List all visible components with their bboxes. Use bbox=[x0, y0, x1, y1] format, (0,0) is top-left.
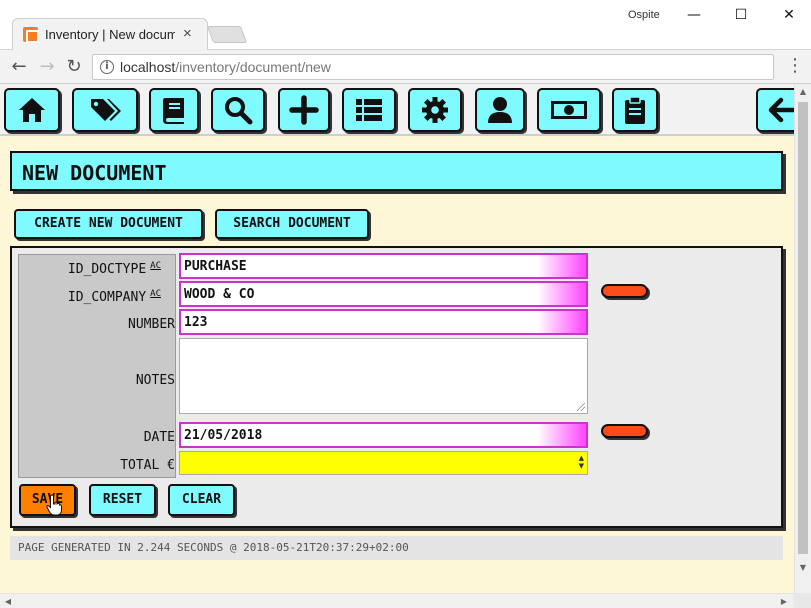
spinner-arrows-icon[interactable]: ▲ ▼ bbox=[579, 454, 584, 470]
date-label: DATE bbox=[143, 430, 175, 445]
clear-button[interactable]: CLEAR bbox=[168, 484, 235, 516]
user-button[interactable] bbox=[475, 88, 525, 132]
back-button[interactable]: ← bbox=[7, 55, 31, 79]
favicon-icon bbox=[23, 27, 39, 43]
page-viewport: NEW DOCUMENT CREATE NEW DOCUMENT SEARCH … bbox=[0, 84, 811, 608]
scroll-right-icon[interactable]: ▶ bbox=[776, 594, 792, 608]
tab-close-button[interactable]: × bbox=[183, 25, 192, 42]
page-title: NEW DOCUMENT bbox=[22, 161, 167, 185]
page-title-box: NEW DOCUMENT bbox=[10, 151, 783, 191]
doctype-field[interactable]: PURCHASE bbox=[179, 253, 588, 279]
clipboard-icon bbox=[625, 96, 645, 124]
browser-titlebar: Inventory | New document × Ospite — ☐ ✕ bbox=[0, 0, 811, 50]
money-button[interactable] bbox=[537, 88, 601, 132]
list-icon bbox=[356, 99, 382, 121]
browser-menu-button[interactable]: ⋮ bbox=[786, 55, 804, 77]
money-icon bbox=[551, 101, 587, 119]
search-document-button[interactable]: SEARCH DOCUMENT bbox=[215, 209, 369, 239]
company-action-button[interactable] bbox=[601, 284, 648, 298]
gear-icon bbox=[422, 97, 448, 123]
info-icon[interactable]: i bbox=[100, 60, 114, 74]
reload-button[interactable]: ↻ bbox=[62, 55, 86, 79]
profile-name[interactable]: Ospite bbox=[628, 9, 660, 21]
resize-grip-icon[interactable] bbox=[577, 403, 585, 411]
settings-button[interactable] bbox=[408, 88, 462, 132]
close-window-button[interactable]: ✕ bbox=[773, 4, 805, 26]
vertical-scrollbar[interactable]: ▲ ▼ bbox=[794, 84, 811, 593]
scroll-corner bbox=[794, 593, 811, 608]
company-label: ID_COMPANY AC bbox=[68, 289, 161, 305]
maximize-button[interactable]: ☐ bbox=[725, 4, 757, 26]
minimize-button[interactable]: — bbox=[678, 4, 710, 26]
notes-label: NOTES bbox=[135, 373, 175, 388]
create-new-document-button[interactable]: CREATE NEW DOCUMENT bbox=[14, 209, 203, 239]
doctype-label-text: ID_DOCTYPE bbox=[67, 262, 147, 277]
number-field[interactable]: 123 bbox=[179, 309, 588, 335]
browser-toolbar: ← → ↻ i localhost/inventory/document/new… bbox=[0, 50, 811, 84]
number-label: NUMBER bbox=[128, 317, 175, 332]
url-text: localhost/inventory/document/new bbox=[120, 59, 331, 75]
book-button[interactable] bbox=[149, 88, 199, 132]
plus-icon bbox=[289, 95, 319, 125]
total-input[interactable]: ▲ ▼ bbox=[179, 451, 588, 475]
home-button[interactable] bbox=[4, 88, 60, 132]
new-tab-button[interactable] bbox=[206, 26, 248, 43]
browser-tab[interactable]: Inventory | New document × bbox=[12, 18, 208, 50]
list-button[interactable] bbox=[342, 88, 396, 132]
tab-title: Inventory | New document bbox=[45, 27, 175, 42]
scroll-up-icon[interactable]: ▲ bbox=[795, 84, 811, 100]
address-bar[interactable]: i localhost/inventory/document/new bbox=[92, 54, 774, 80]
url-path: /inventory/document/new bbox=[175, 59, 331, 75]
company-field[interactable]: WOOD & CO bbox=[179, 281, 588, 307]
arrow-left-icon bbox=[768, 97, 796, 123]
reset-button[interactable]: RESET bbox=[89, 484, 156, 516]
home-icon bbox=[19, 98, 45, 122]
book-icon bbox=[163, 98, 184, 124]
total-label: TOTAL € bbox=[120, 458, 175, 473]
user-icon bbox=[488, 97, 512, 123]
page-footer: PAGE GENERATED IN 2.244 SECONDS @ 2018-0… bbox=[10, 536, 783, 560]
tags-icon bbox=[91, 99, 121, 121]
date-field[interactable]: 21/05/2018 bbox=[179, 422, 588, 448]
document-form: ID_DOCTYPE AC PURCHASE ID_COMPANY AC WOOD … bbox=[10, 246, 783, 528]
company-label-text: ID_COMPANY bbox=[67, 290, 147, 305]
icon-nav-bar bbox=[0, 84, 811, 136]
add-button[interactable] bbox=[278, 88, 330, 132]
horizontal-scrollbar[interactable]: ◀ ▶ bbox=[0, 593, 794, 608]
hand-cursor-icon bbox=[46, 494, 62, 516]
tags-button[interactable] bbox=[72, 88, 138, 132]
search-button[interactable] bbox=[211, 88, 265, 132]
autocomplete-marker[interactable]: AC bbox=[150, 261, 161, 271]
url-host: localhost bbox=[120, 59, 176, 75]
date-picker-button[interactable] bbox=[601, 424, 648, 438]
forward-button[interactable]: → bbox=[35, 55, 59, 79]
clipboard-button[interactable] bbox=[612, 88, 658, 132]
scroll-left-icon[interactable]: ◀ bbox=[0, 594, 16, 608]
vertical-scroll-thumb[interactable] bbox=[798, 102, 808, 554]
notes-textarea[interactable] bbox=[179, 338, 588, 414]
search-icon bbox=[225, 97, 253, 125]
scroll-down-icon[interactable]: ▼ bbox=[795, 560, 811, 576]
doctype-label: ID_DOCTYPE AC bbox=[68, 261, 161, 277]
autocomplete-marker[interactable]: AC bbox=[150, 289, 161, 299]
